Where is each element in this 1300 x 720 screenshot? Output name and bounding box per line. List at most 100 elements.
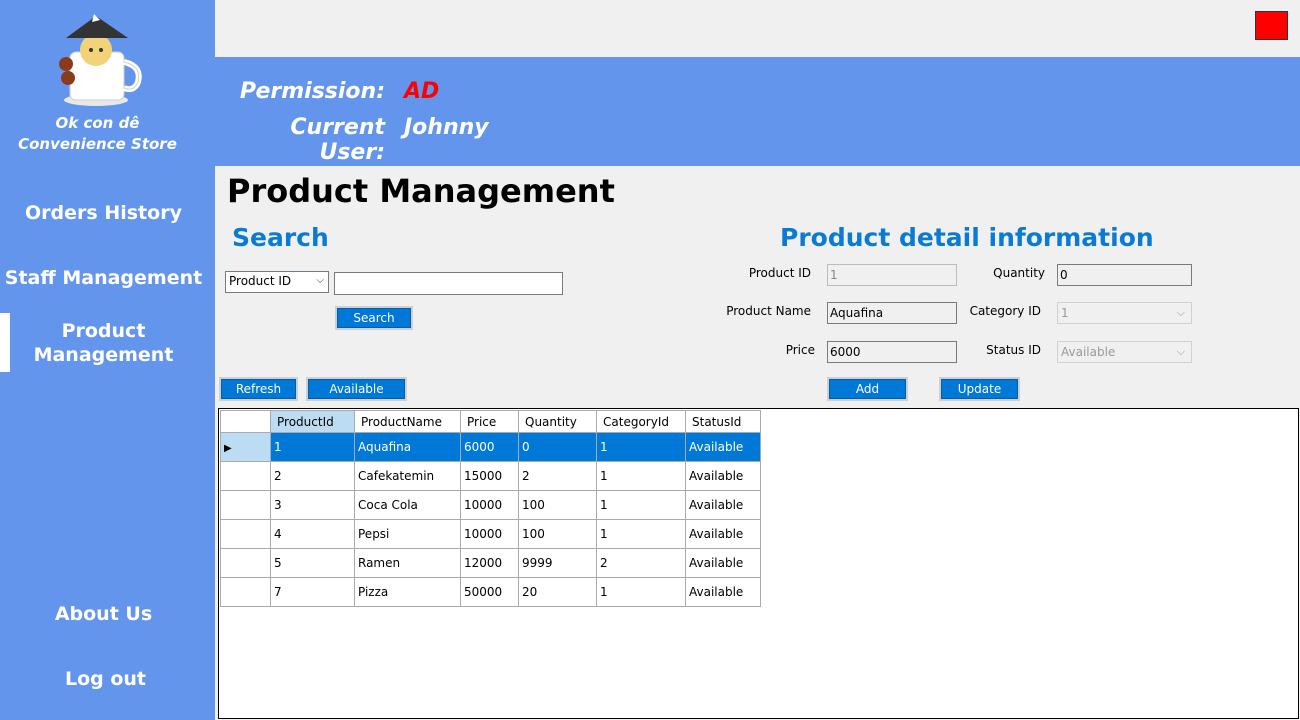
product-name-field[interactable]: Aquafina — [827, 302, 957, 324]
table-cell[interactable]: 1 — [596, 461, 686, 491]
table-cell[interactable]: 2 — [596, 548, 686, 578]
status-id-select[interactable]: Available ⌵ — [1057, 341, 1192, 363]
store-name-line2: Convenience Store — [18, 135, 177, 153]
table-row[interactable]: 4 Pepsi 10000 100 1 Available — [220, 519, 761, 549]
store-logo — [59, 14, 142, 106]
status-id-value: Available — [1061, 345, 1116, 359]
nav-about-us[interactable]: About Us — [0, 602, 211, 626]
table-cell[interactable]: Coca Cola — [354, 490, 461, 520]
table-cell[interactable]: Pizza — [354, 577, 461, 607]
table-cell[interactable]: 4 — [270, 519, 355, 549]
table-cell[interactable]: 20 — [518, 577, 597, 607]
table-cell[interactable]: 1 — [596, 432, 686, 462]
permission-label: Permission: — [239, 79, 385, 104]
chevron-down-icon: ⌵ — [316, 275, 324, 286]
table-cell[interactable]: 5 — [270, 548, 355, 578]
table-cell[interactable]: Available — [685, 461, 761, 491]
table-cell[interactable]: 2 — [518, 461, 597, 491]
header-banner: Permission: AD Current User: Johnny — [215, 57, 1300, 166]
search-button[interactable]: Search — [335, 306, 413, 330]
row-header[interactable] — [220, 490, 271, 520]
table-cell[interactable]: 1 — [596, 490, 686, 520]
update-button[interactable]: Update — [939, 377, 1020, 401]
table-cell[interactable]: 100 — [518, 519, 597, 549]
table-cell[interactable]: Available — [685, 490, 761, 520]
column-header[interactable]: ProductId — [270, 410, 355, 433]
table-cell[interactable]: Available — [685, 577, 761, 607]
store-name-line1: Ok con dê — [55, 114, 140, 132]
search-filter-select[interactable]: Product ID ⌵ — [225, 271, 329, 293]
table-cell[interactable]: 1 — [270, 432, 355, 462]
table-cell[interactable]: 7 — [270, 577, 355, 607]
table-cell[interactable]: Aquafina — [354, 432, 461, 462]
table-row[interactable]: 3 Coca Cola 10000 100 1 Available — [220, 490, 761, 520]
column-header[interactable]: Price — [460, 410, 519, 433]
add-button[interactable]: Add — [827, 377, 908, 401]
price-field[interactable]: 6000 — [827, 341, 957, 363]
table-cell[interactable]: 1 — [596, 577, 686, 607]
search-section-title: Search — [232, 223, 329, 252]
quantity-field[interactable]: 0 — [1057, 264, 1192, 286]
table-row[interactable]: 7 Pizza 50000 20 1 Available — [220, 577, 761, 607]
table-cell[interactable]: 50000 — [460, 577, 519, 607]
row-header[interactable] — [220, 548, 271, 578]
available-filter-button[interactable]: Available — [306, 377, 407, 401]
product-table: ProductId ProductName Price Quantity Cat… — [220, 410, 761, 607]
app-window: Ok con dê Convenience Store Orders Histo… — [0, 0, 1300, 720]
table-cell[interactable]: Available — [685, 519, 761, 549]
nav-product-line2: Management — [33, 344, 174, 366]
table-row[interactable]: 5 Ramen 12000 9999 2 Available — [220, 548, 761, 578]
table-cell[interactable]: 10000 — [460, 490, 519, 520]
column-header[interactable]: CategoryId — [596, 410, 686, 433]
table-cell[interactable]: 6000 — [460, 432, 519, 462]
close-button[interactable] — [1255, 11, 1288, 40]
column-header[interactable]: StatusId — [685, 410, 761, 433]
row-header[interactable] — [220, 519, 271, 549]
nav-staff-management[interactable]: Staff Management — [0, 266, 211, 290]
table-cell[interactable]: Available — [685, 548, 761, 578]
category-id-value: 1 — [1061, 306, 1069, 320]
search-input[interactable] — [334, 272, 563, 295]
product-id-field[interactable]: 1 — [827, 264, 957, 286]
nav-log-out[interactable]: Log out — [0, 667, 213, 691]
table-cell[interactable]: 3 — [270, 490, 355, 520]
category-id-label: Category ID — [969, 304, 1041, 318]
search-filter-value: Product ID — [229, 274, 292, 288]
column-header[interactable]: ProductName — [354, 410, 461, 433]
price-label: Price — [785, 343, 815, 357]
nav-orders-history[interactable]: Orders History — [0, 201, 211, 225]
chevron-down-icon: ⌵ — [1176, 345, 1185, 358]
nav-product-line1: Product — [61, 320, 146, 342]
nav-product-management[interactable]: Product Management — [0, 313, 211, 372]
row-header[interactable] — [220, 461, 271, 491]
table-cell[interactable]: Ramen — [354, 548, 461, 578]
quantity-label: Quantity — [993, 266, 1045, 280]
table-row[interactable]: ▶ 1 Aquafina 6000 0 1 Available — [220, 432, 761, 462]
current-user-label: Current User: — [290, 115, 385, 165]
table-cell[interactable]: 9999 — [518, 548, 597, 578]
table-cell[interactable]: Cafekatemin — [354, 461, 461, 491]
table-cell[interactable]: Available — [685, 432, 761, 462]
row-header[interactable]: ▶ — [220, 432, 271, 462]
chevron-down-icon: ⌵ — [1176, 306, 1185, 319]
page-title: Product Management — [227, 172, 615, 210]
store-name: Ok con dê Convenience Store — [0, 113, 195, 155]
category-id-select[interactable]: 1 ⌵ — [1057, 302, 1192, 324]
table-cell[interactable]: 0 — [518, 432, 597, 462]
column-header[interactable]: Quantity — [518, 410, 597, 433]
refresh-button[interactable]: Refresh — [219, 377, 298, 401]
product-name-label: Product Name — [726, 304, 811, 318]
permission-value: AD — [404, 79, 440, 104]
detail-section-title: Product detail information — [780, 223, 1154, 252]
table-cell[interactable]: 10000 — [460, 519, 519, 549]
table-cell[interactable]: 2 — [270, 461, 355, 491]
table-cell[interactable]: 15000 — [460, 461, 519, 491]
product-grid[interactable]: ProductId ProductName Price Quantity Cat… — [218, 408, 1299, 719]
status-id-label: Status ID — [986, 343, 1041, 357]
table-row[interactable]: 2 Cafekatemin 15000 2 1 Available — [220, 461, 761, 491]
table-cell[interactable]: 12000 — [460, 548, 519, 578]
row-header[interactable] — [220, 577, 271, 607]
table-cell[interactable]: Pepsi — [354, 519, 461, 549]
table-cell[interactable]: 1 — [596, 519, 686, 549]
table-cell[interactable]: 100 — [518, 490, 597, 520]
